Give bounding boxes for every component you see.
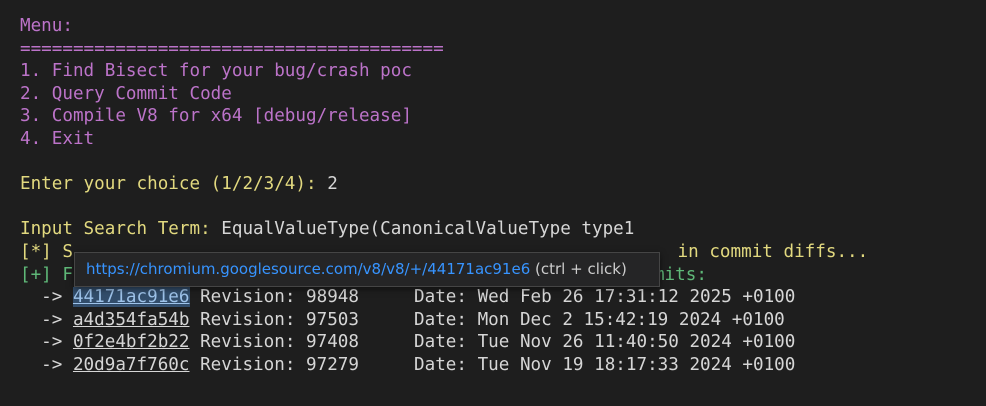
revision-value: 97408 bbox=[306, 332, 359, 353]
commit-row: -> 44171ac91e6 Revision: 98948 Date: Wed … bbox=[20, 286, 868, 309]
menu-item-compile-v8: 3. Compile V8 for x64 [debug/release] bbox=[20, 106, 412, 127]
commit-row: -> a4d354fa54b Revision: 97503 Date: Mon … bbox=[20, 309, 868, 332]
revision-value: 98948 bbox=[306, 287, 359, 308]
found-start: [+] F bbox=[20, 264, 73, 285]
date-label: Date: bbox=[414, 309, 478, 330]
revision-label: Revision: bbox=[189, 309, 307, 330]
choice-line: Enter your choice (1/2/3/4): 2 bbox=[20, 173, 868, 196]
revision-label: Revision: bbox=[189, 287, 307, 308]
commit-hash-link[interactable]: 0f2e4bf2b22 bbox=[73, 332, 190, 352]
menu-title: Menu: bbox=[20, 16, 73, 36]
menu-separator: ======================================== bbox=[20, 38, 444, 59]
commit-date: Tue Nov 26 11:40:50 2024 +0100 bbox=[477, 332, 796, 353]
commit-date: Wed Feb 26 17:31:12 2025 +0100 bbox=[477, 287, 796, 308]
revision-label: Revision: bbox=[189, 332, 307, 353]
menu-item-query-commit: 2. Query Commit Code bbox=[20, 83, 232, 104]
choice-prompt: Enter your choice (1/2/3/4): bbox=[20, 174, 328, 195]
tooltip-hint: (ctrl + click) bbox=[530, 260, 627, 278]
commit-date: Tue Nov 19 18:17:33 2024 +0100 bbox=[477, 354, 796, 375]
date-label: Date: bbox=[414, 332, 478, 353]
commit-row: -> 20d9a7f760c Revision: 97279 Date: Tue … bbox=[20, 354, 868, 377]
search-status-start: [*] S bbox=[20, 241, 73, 262]
terminal-output: Menu: ==================================… bbox=[20, 15, 868, 377]
search-line: Input Search Term: EqualValueType(Canoni… bbox=[20, 218, 868, 241]
date-label: Date: bbox=[414, 287, 478, 308]
arrow: -> bbox=[20, 354, 73, 375]
commit-row: -> 0f2e4bf2b22 Revision: 97408 Date: Tue … bbox=[20, 331, 868, 354]
revision-value: 97503 bbox=[306, 309, 359, 330]
arrow: -> bbox=[20, 309, 73, 330]
arrow: -> bbox=[20, 332, 73, 353]
search-prompt: Input Search Term: bbox=[20, 219, 222, 240]
date-label: Date: bbox=[414, 354, 478, 375]
search-status-end: in commit diffs... bbox=[666, 241, 869, 262]
link-hover-tooltip: https://chromium.googlesource.com/v8/v8/… bbox=[74, 252, 660, 287]
revision-value: 97279 bbox=[306, 354, 359, 375]
menu-item-exit: 4. Exit bbox=[20, 128, 95, 149]
commit-hash-link[interactable]: a4d354fa54b bbox=[73, 310, 190, 330]
commit-hash-link[interactable]: 20d9a7f760c bbox=[73, 355, 190, 375]
commit-hash-link[interactable]: 44171ac91e6 bbox=[72, 287, 190, 308]
found-end: mits: bbox=[653, 264, 707, 285]
revision-label: Revision: bbox=[189, 354, 307, 375]
choice-value: 2 bbox=[327, 174, 338, 195]
menu-item-find-bisect: 1. Find Bisect for your bug/crash poc bbox=[20, 61, 412, 82]
search-term: EqualValueType(CanonicalValueType type1 bbox=[221, 219, 635, 240]
commit-date: Mon Dec 2 15:42:19 2024 +0100 bbox=[477, 309, 785, 330]
arrow: -> bbox=[20, 287, 73, 308]
tooltip-url[interactable]: https://chromium.googlesource.com/v8/v8/… bbox=[86, 260, 530, 278]
